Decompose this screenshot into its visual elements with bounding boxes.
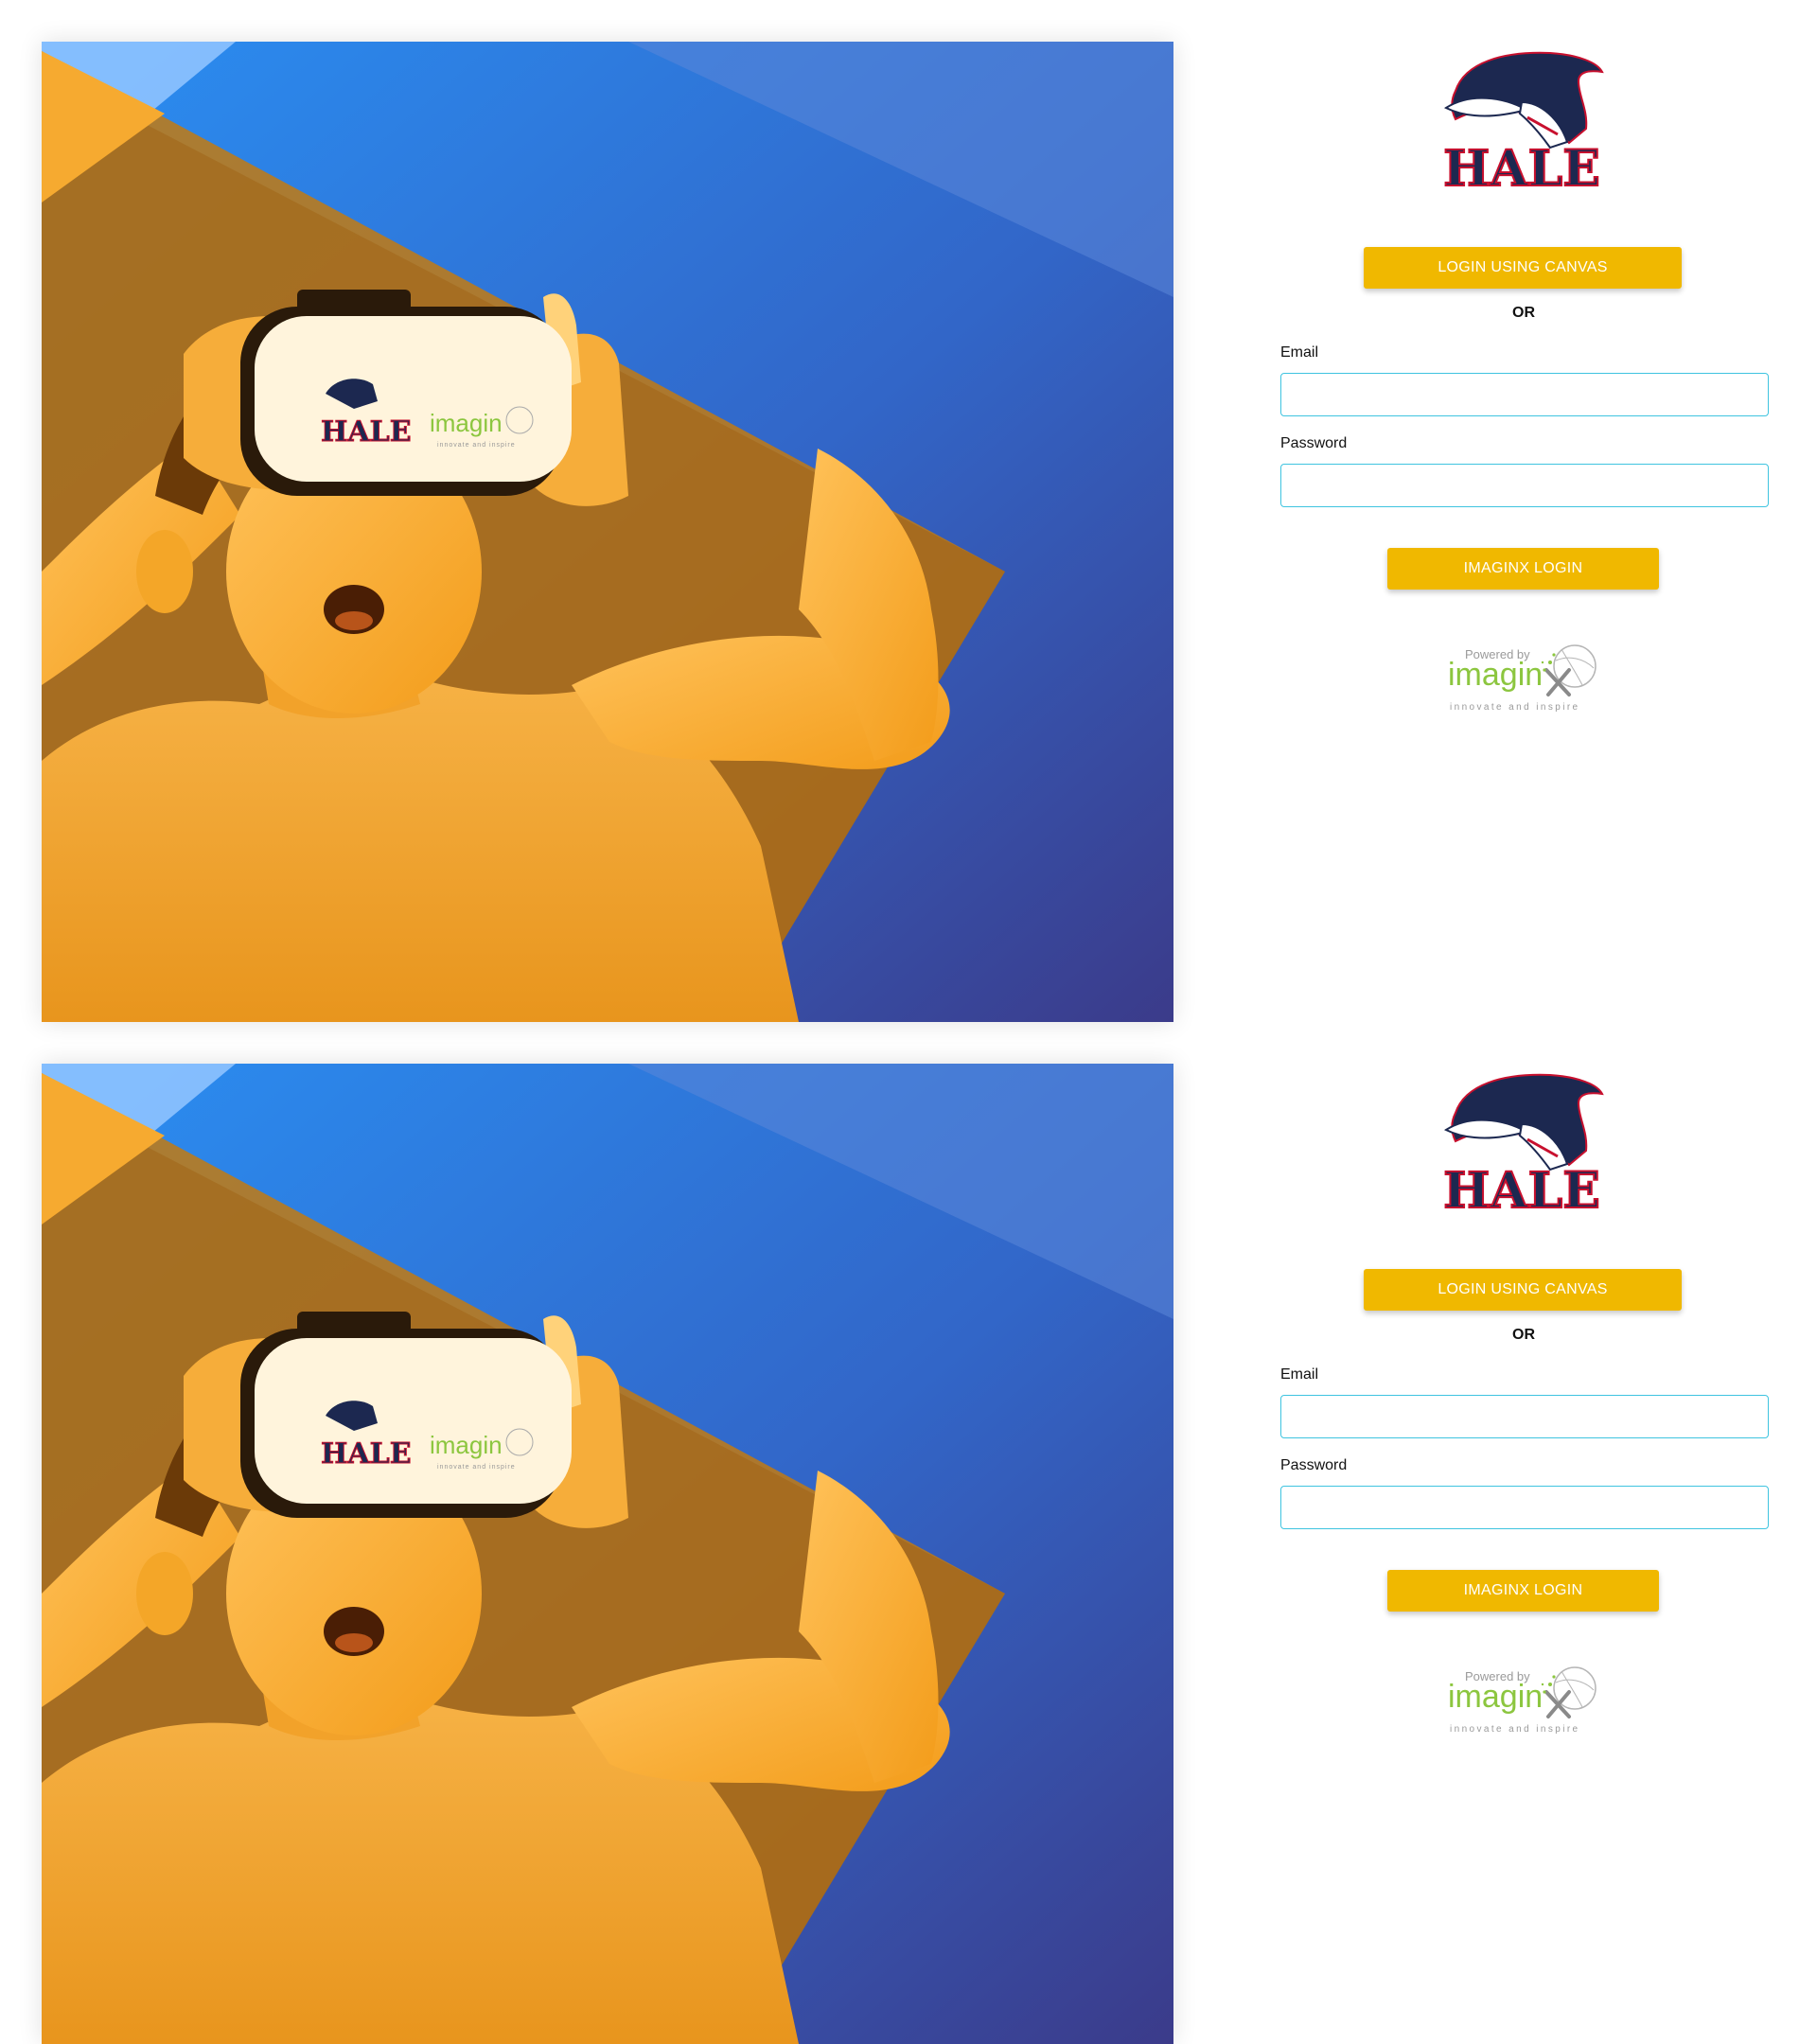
globe-x-icon [1541,644,1596,696]
or-divider: OR [1512,305,1535,321]
patriot-head-icon: HALE [1442,1073,1604,1217]
powered-brand-text: imagin [1448,1679,1544,1715]
svg-text:HALE: HALE [321,1437,412,1471]
hero-image: HALE imagin innovate and inspire [42,1064,1173,2044]
login-canvas-button[interactable]: LOGIN USING CANVAS [1364,1269,1682,1311]
powered-brand-text: imagin [1448,657,1544,693]
svg-text:imagin: imagin [430,409,503,437]
login-screen-1: HALE imagin innovate and inspire HALE LO… [0,0,1817,1022]
password-label: Password [1280,1457,1348,1473]
login-screen-2: HALE imagin innovate and inspire HALE LO… [0,1022,1817,2044]
email-field[interactable] [1280,373,1769,416]
imaginx-login-button[interactable]: IMAGINX LOGIN [1387,548,1659,590]
svg-text:imagin: imagin [430,1431,503,1459]
email-label: Email [1280,1366,1319,1383]
powered-by-imaginx-logo: Powered by imagin innovate and inspire [1446,644,1597,719]
powered-by-imaginx-logo: Powered by imagin innovate and inspire [1446,1666,1597,1741]
login-form: HALE LOGIN USING CANVAS OR Email Passwor… [1230,42,1817,1022]
password-field[interactable] [1280,1486,1769,1529]
email-label: Email [1280,344,1319,361]
hale-school-logo: HALE [1437,1066,1607,1217]
login-canvas-button[interactable]: LOGIN USING CANVAS [1364,247,1682,289]
school-name-text: HALE [1443,140,1600,195]
password-label: Password [1280,435,1348,451]
hale-school-logo: HALE [1437,44,1607,195]
or-divider: OR [1512,1327,1535,1343]
password-field[interactable] [1280,464,1769,507]
vr-kid-illustration: HALE imagin innovate and inspire [42,1064,1173,2044]
svg-text:innovate and inspire: innovate and inspire [437,1464,516,1471]
email-field[interactable] [1280,1395,1769,1438]
hero-image: HALE imagin innovate and inspire [42,42,1173,1022]
patriot-head-icon: HALE [1442,51,1604,195]
svg-text:HALE: HALE [321,415,412,449]
school-name-text: HALE [1443,1162,1600,1217]
vr-kid-illustration: HALE imagin innovate and inspire [42,42,1173,1022]
login-form: HALE LOGIN USING CANVAS OR Email Passwor… [1230,1064,1817,2044]
svg-text:innovate and inspire: innovate and inspire [437,442,516,449]
globe-x-icon [1541,1666,1596,1718]
imaginx-login-button[interactable]: IMAGINX LOGIN [1387,1570,1659,1612]
